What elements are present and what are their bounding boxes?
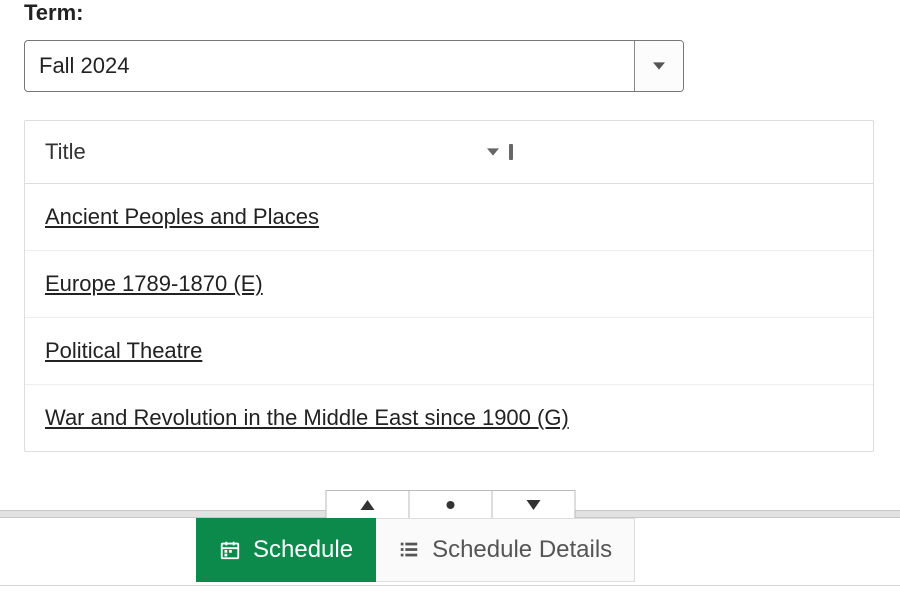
chevron-down-icon (635, 41, 683, 91)
term-select[interactable]: Fall 2024 (24, 40, 684, 92)
course-table-header[interactable]: Title (25, 121, 873, 184)
tab-label: Schedule Details (432, 536, 612, 564)
course-link[interactable]: Political Theatre (45, 338, 202, 363)
term-select-value: Fall 2024 (25, 41, 635, 91)
column-sort-control[interactable] (487, 144, 513, 160)
reset-button[interactable] (409, 490, 493, 518)
tab-schedule-details[interactable]: Schedule Details (376, 518, 635, 582)
course-table: Title Ancient Peoples and Places Europe … (24, 120, 874, 452)
course-link[interactable]: Europe 1789-1870 (E) (45, 271, 263, 296)
triangle-up-icon (361, 500, 375, 510)
table-row: Europe 1789-1870 (E) (25, 251, 873, 318)
tab-label: Schedule (253, 536, 353, 564)
footer-divider (0, 585, 900, 586)
tab-schedule[interactable]: Schedule (196, 518, 376, 582)
tab-bar: Schedule Schedule Details (0, 518, 900, 582)
course-link[interactable]: Ancient Peoples and Places (45, 204, 319, 229)
table-row: War and Revolution in the Middle East si… (25, 385, 873, 451)
column-header-title: Title (45, 139, 86, 165)
dot-icon (447, 501, 455, 509)
calendar-icon (219, 539, 241, 561)
table-row: Ancient Peoples and Places (25, 184, 873, 251)
expand-up-button[interactable] (326, 490, 410, 518)
collapse-down-button[interactable] (492, 490, 576, 518)
term-label: Term: (24, 0, 876, 26)
panel-resize-controls (326, 490, 575, 518)
list-icon (398, 539, 420, 561)
column-menu-icon (509, 144, 513, 160)
chevron-down-icon (487, 146, 499, 158)
course-link[interactable]: War and Revolution in the Middle East si… (45, 405, 569, 430)
table-row: Political Theatre (25, 318, 873, 385)
triangle-down-icon (527, 500, 541, 510)
